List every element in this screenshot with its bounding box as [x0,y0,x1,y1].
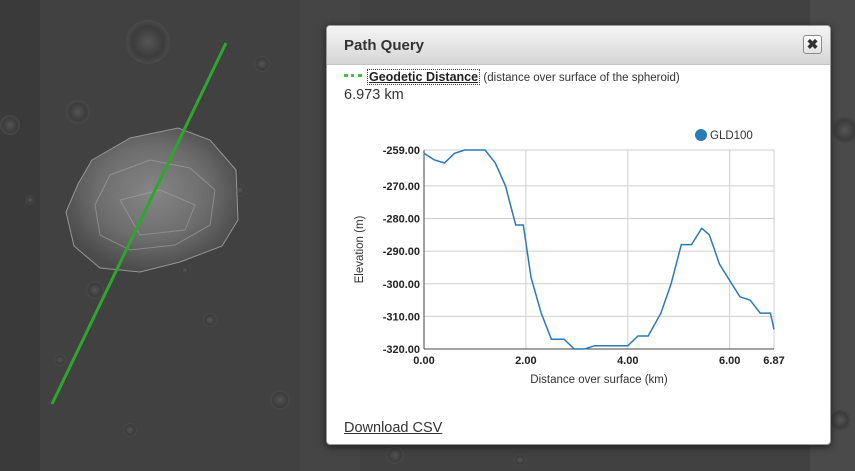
popup-title: Path Query [344,37,425,54]
x-axis-title: Distance over surface (km) [530,374,668,386]
measure-legend: Geodetic Distance (distance over surface… [344,69,680,85]
legend-label: GLD100 [710,130,753,142]
x-tick-label: 2.00 [515,355,536,367]
x-tick-label: 0.00 [413,355,434,367]
download-csv-link[interactable]: Download CSV [344,420,442,436]
x-tick-label: 6.87 [763,355,784,367]
elevation-chart: -259.00 -270.00 -280.00 -290.00 -300.00 -310.… [354,129,785,386]
series-line-gld100 [423,149,775,350]
distance-value: 6.973 km [344,87,404,103]
y-tick-label: -270.00 [383,181,420,193]
x-tick-label: 6.00 [719,355,740,367]
y-tick-label: -290.00 [383,246,420,258]
dotted-line-swatch-icon [344,74,362,78]
close-icon[interactable]: ✖ [807,36,819,52]
path-query-popup: Path Query ✖ Geodetic Distance (distance… [326,25,831,445]
x-tick-label: 4.00 [617,355,638,367]
y-tick-label: -300.00 [383,279,420,291]
y-tick-label: -259.00 [383,145,420,157]
legend-marker-icon [695,129,707,141]
y-tick-label: -280.00 [383,214,420,226]
geodetic-distance-link[interactable]: Geodetic Distance [367,69,481,85]
y-tick-label: -310.00 [383,311,420,323]
popup-header: Path Query ✖ [327,26,830,65]
y-axis-title: Elevation (m) [354,215,366,283]
close-button[interactable]: ✖ [803,35,822,54]
measure-note: (distance over surface of the spheroid) [483,72,680,84]
